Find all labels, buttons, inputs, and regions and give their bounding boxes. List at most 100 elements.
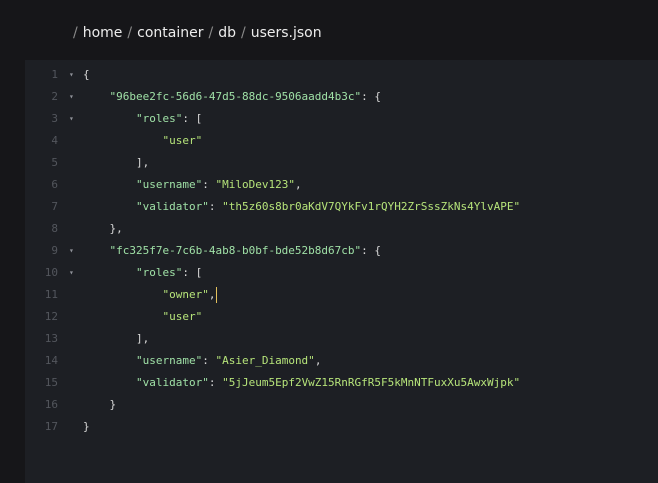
json-punctuation: , [314,354,322,367]
json-punctuation: : [ [182,112,203,125]
code-line[interactable]: 17} [25,416,658,438]
breadcrumb-segment-container[interactable]: container [137,25,203,41]
breadcrumb-segment-db[interactable]: db [218,25,236,41]
fold-arrow-icon[interactable]: ▾ [69,64,74,86]
breadcrumb-separator: / [208,25,214,41]
breadcrumb-separator: / [73,25,78,41]
code-line[interactable]: 10 ▾ "roles": [ [25,262,658,284]
json-string: "Asier_Diamond" [215,354,315,367]
line-number: 16 [44,398,58,411]
line-number: 17 [44,420,58,433]
json-key: "validator" [135,200,209,213]
code-line[interactable]: 9 ▾ "fc325f7e-7c6b-4ab8-b0bf-bde52b8d67cb… [25,240,658,262]
json-key: "96bee2fc-56d6-47d5-88dc-9506aadd4b3c" [109,90,362,103]
code-text: "roles": [ [83,108,202,130]
line-number: 5 [51,156,58,169]
json-punctuation: } [109,398,117,411]
json-punctuation: : [202,178,216,191]
json-key: "roles" [135,112,183,125]
fold-arrow-icon[interactable]: ▾ [69,108,74,130]
code-text: "fc325f7e-7c6b-4ab8-b0bf-bde52b8d67cb": … [83,240,382,262]
line-number: 8 [51,222,58,235]
code-line[interactable]: 8 }, [25,218,658,240]
line-number: 1 [51,68,58,81]
json-key: "username" [135,354,203,367]
code-text: "username": "MiloDev123", [83,174,302,196]
json-string: "5jJeum5Epf2VwZ15RnRGfR5F5kMnNTFuxXu5Awx… [222,376,521,389]
code-line[interactable]: 2 ▾ "96bee2fc-56d6-47d5-88dc-9506aadd4b3c… [25,86,658,108]
code-line[interactable]: 15 "validator": "5jJeum5Epf2VwZ15RnRGfR5… [25,372,658,394]
json-punctuation: : { [361,244,382,257]
json-punctuation: : [208,200,223,213]
json-string: "user" [162,310,203,323]
code-text: "96bee2fc-56d6-47d5-88dc-9506aadd4b3c": … [83,86,382,108]
code-line[interactable]: 5 ], [25,152,658,174]
breadcrumb-segment-home[interactable]: home [83,25,123,41]
code-line[interactable]: 3 ▾ "roles": [ [25,108,658,130]
json-key: "validator" [135,376,209,389]
json-punctuation: , [294,178,302,191]
code-text: "validator": "5jJeum5Epf2VwZ15RnRGfR5F5k… [83,372,520,394]
code-line[interactable]: 1 ▾ { [25,64,658,86]
line-number: 11 [44,288,58,301]
line-number: 2 [51,90,58,103]
text-cursor [216,287,218,303]
breadcrumb: / home / container / db / users.json [73,25,322,41]
fold-arrow-icon[interactable]: ▾ [69,262,74,284]
json-punctuation: { [83,68,90,81]
json-punctuation: : [202,354,216,367]
code-line[interactable]: 4 "user" [25,130,658,152]
code-line[interactable]: 13 ], [25,328,658,350]
json-key: "roles" [135,266,183,279]
line-number: 10 [44,266,58,279]
json-punctuation: , [208,288,216,301]
line-number: 6 [51,178,58,191]
code-text: "validator": "th5z60s8br0aKdV7QYkFv1rQYH… [83,196,520,218]
json-string: "user" [162,134,203,147]
code-text: "user" [83,306,202,328]
code-text: ], [83,152,149,174]
code-line[interactable]: 12 "user" [25,306,658,328]
json-string: "th5z60s8br0aKdV7QYkFv1rQYH2ZrSssZkNs4Yl… [222,200,521,213]
code-text: "owner", [83,284,218,306]
json-key: "fc325f7e-7c6b-4ab8-b0bf-bde52b8d67cb" [109,244,362,257]
code-text: { [83,64,90,86]
line-number: 9 [51,244,58,257]
fold-arrow-icon[interactable]: ▾ [69,240,74,262]
line-number: 4 [51,134,58,147]
code-line[interactable]: 11 "owner", [25,284,658,306]
code-line[interactable]: 7 "validator": "th5z60s8br0aKdV7QYkFv1rQ… [25,196,658,218]
line-number: 7 [51,200,58,213]
code-line[interactable]: 16 } [25,394,658,416]
breadcrumb-separator: / [127,25,133,41]
json-punctuation: : [208,376,223,389]
json-punctuation: ], [135,156,150,169]
code-text: } [83,416,90,438]
breadcrumb-separator: / [240,25,246,41]
json-punctuation: ], [135,332,150,345]
json-editor[interactable]: 1 ▾ {2 ▾ "96bee2fc-56d6-47d5-88dc-9506aadd4… [25,60,658,483]
json-punctuation: : [ [182,266,203,279]
fold-arrow-icon[interactable]: ▾ [69,86,74,108]
breadcrumb-segment-users-json[interactable]: users.json [251,25,322,41]
line-number: 15 [44,376,58,389]
code-text: "roles": [ [83,262,202,284]
code-text: } [83,394,117,416]
line-number: 12 [44,310,58,323]
code-line[interactable]: 14 "username": "Asier_Diamond", [25,350,658,372]
json-key: "username" [135,178,203,191]
code-line[interactable]: 6 "username": "MiloDev123", [25,174,658,196]
json-punctuation: } [83,420,90,433]
